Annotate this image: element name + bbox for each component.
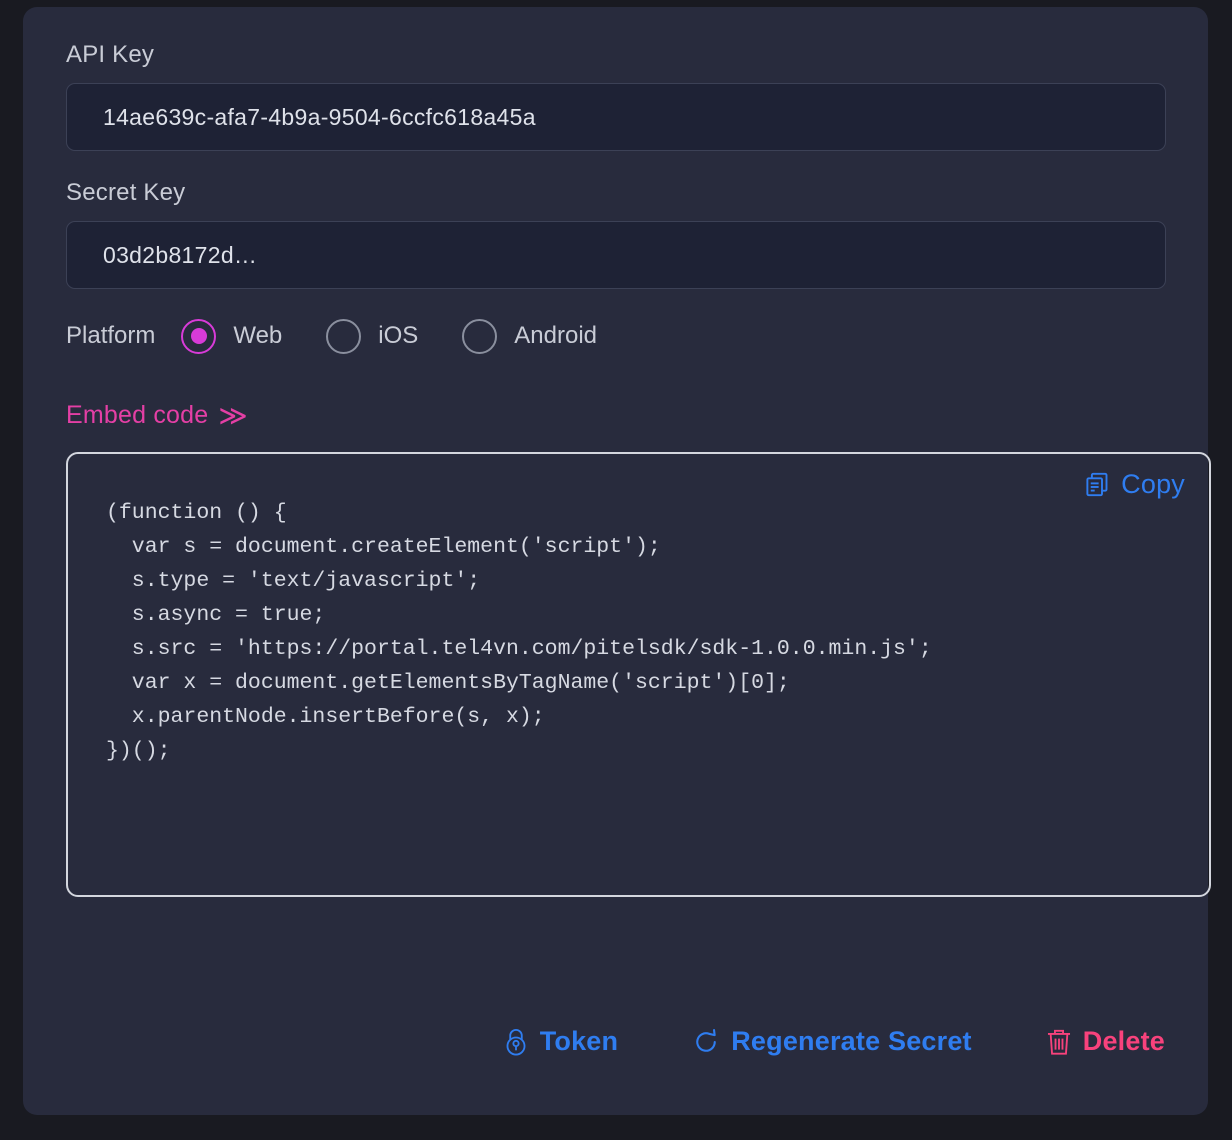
secret-key-value: 03d2b8172d… bbox=[103, 241, 258, 268]
platform-option-android[interactable]: Android bbox=[462, 318, 598, 354]
token-button[interactable]: Token bbox=[503, 1026, 619, 1057]
platform-option-web[interactable]: Web bbox=[181, 318, 283, 354]
embed-code-link[interactable]: Embed code ≫ bbox=[66, 401, 248, 430]
embed-code-text: (function () { var s = document.createEl… bbox=[106, 501, 932, 763]
api-key-value: 14ae639c-afa7-4b9a-9504-6ccfc618a45a bbox=[103, 103, 536, 130]
refresh-icon bbox=[692, 1028, 720, 1056]
radio-icon-android[interactable] bbox=[462, 318, 498, 354]
platform-label: Platform bbox=[66, 322, 156, 349]
regenerate-secret-button[interactable]: Regenerate Secret bbox=[692, 1026, 972, 1057]
radio-icon-web[interactable] bbox=[181, 318, 217, 354]
radio-dot bbox=[190, 328, 207, 344]
platform-option-label-ios: iOS bbox=[378, 322, 419, 349]
secret-key-label: Secret Key bbox=[66, 179, 186, 206]
copy-icon bbox=[1084, 471, 1111, 498]
platform-option-ios[interactable]: iOS bbox=[326, 318, 419, 354]
action-bar: Token Regenerate Secret Delete bbox=[429, 1026, 1165, 1057]
secret-key-input[interactable]: 03d2b8172d… bbox=[66, 221, 1166, 289]
platform-row: Platform Web iOS Android bbox=[66, 313, 1165, 359]
trash-icon bbox=[1046, 1027, 1072, 1056]
api-credentials-card: API Key 14ae639c-afa7-4b9a-9504-6ccfc618… bbox=[23, 7, 1211, 1115]
app-root: API Key 14ae639c-afa7-4b9a-9504-6ccfc618… bbox=[0, 0, 1232, 1140]
copy-button[interactable]: Copy bbox=[1084, 469, 1185, 500]
regenerate-secret-button-label: Regenerate Secret bbox=[731, 1026, 972, 1056]
api-key-label: API Key bbox=[66, 41, 155, 68]
platform-option-label-web: Web bbox=[233, 322, 283, 349]
delete-button-label: Delete bbox=[1082, 1026, 1165, 1056]
platform-option-label-android: Android bbox=[514, 322, 598, 349]
lock-icon bbox=[503, 1027, 529, 1057]
api-key-input[interactable]: 14ae639c-afa7-4b9a-9504-6ccfc618a45a bbox=[66, 83, 1166, 151]
delete-button[interactable]: Delete bbox=[1046, 1026, 1165, 1057]
embed-code-link-label: Embed code bbox=[66, 401, 209, 429]
embed-code-block: Copy (function () { var s = document.cre… bbox=[66, 452, 1211, 897]
double-chevron-right-icon: ≫ bbox=[218, 399, 248, 431]
copy-button-label: Copy bbox=[1121, 469, 1185, 499]
radio-icon-ios[interactable] bbox=[326, 318, 362, 354]
token-button-label: Token bbox=[539, 1026, 619, 1056]
